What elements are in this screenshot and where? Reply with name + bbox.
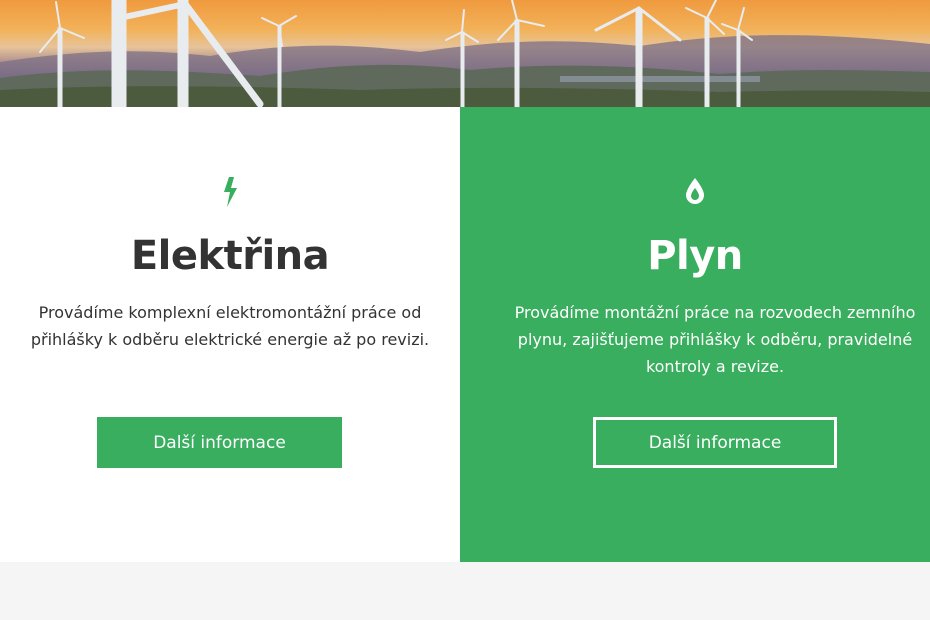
lightning-bolt-icon [0, 177, 460, 213]
card-title: Plyn [647, 233, 743, 279]
more-info-button[interactable]: Další informace [593, 417, 837, 468]
card-description: Provádíme komplexní elektromontážní prác… [30, 303, 430, 349]
more-info-button[interactable]: Další informace [97, 417, 342, 468]
service-card-gas: Plyn Provádíme montážní práce na rozvode… [460, 107, 930, 562]
card-description: Provádíme montážní práce na rozvodech ze… [514, 303, 916, 376]
wind-farm-landscape [0, 0, 930, 107]
card-title: Elektřina [130, 233, 330, 279]
service-card-electricity: Elektřina Provádíme komplexní elektromon… [0, 107, 460, 562]
hero-banner-image [0, 0, 930, 107]
services-section: Elektřina Provádíme komplexní elektromon… [0, 107, 930, 562]
water-drop-icon [460, 177, 930, 213]
